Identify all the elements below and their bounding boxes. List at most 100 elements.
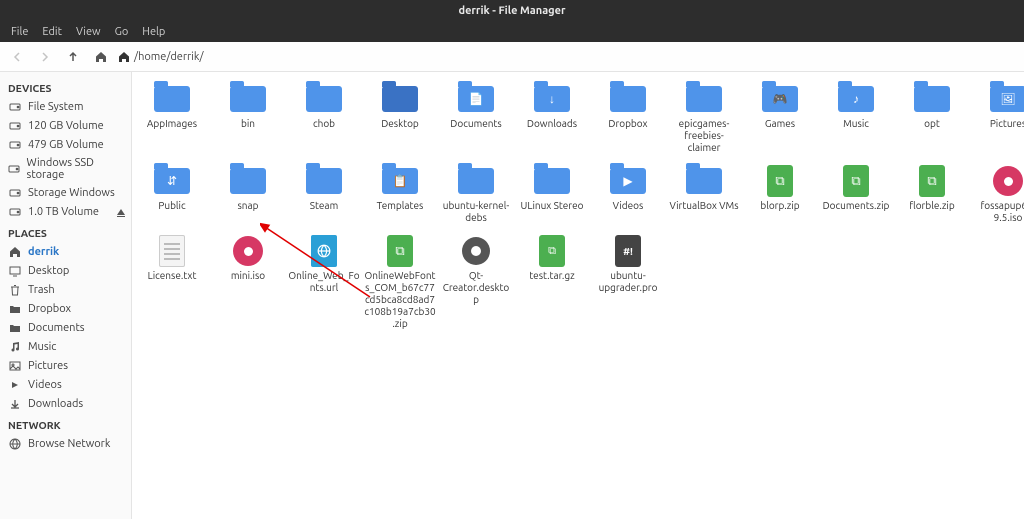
sidebar-item-places-3[interactable]: Dropbox [0, 299, 131, 318]
folder-icon [8, 321, 22, 335]
folder-dark-icon [380, 82, 420, 116]
file-item-15[interactable]: 📋Templates [364, 164, 436, 224]
file-item-label: fossapup64-9.5.iso [972, 200, 1024, 224]
sidebar-item-devices-1[interactable]: 120 GB Volume [0, 116, 131, 135]
menu-view[interactable]: View [69, 24, 108, 40]
folder-icon: 🖼 [988, 82, 1024, 116]
file-item-20[interactable]: ⧉ blorp.zip [744, 164, 816, 224]
file-item-label: Steam [310, 200, 338, 212]
file-item-label: ubuntu-kernel-debs [440, 200, 512, 224]
file-item-24[interactable]: License.txt [136, 234, 208, 330]
file-item-25[interactable]: mini.iso [212, 234, 284, 330]
file-item-4[interactable]: 📄Documents [440, 82, 512, 154]
sidebar-item-devices-0[interactable]: File System [0, 97, 131, 116]
file-view: AppImages bin chob Desktop 📄Documents↓Downlo… [132, 72, 1024, 519]
file-item-13[interactable]: snap [212, 164, 284, 224]
file-item-1[interactable]: bin [212, 82, 284, 154]
menu-edit[interactable]: Edit [35, 24, 69, 40]
downloads-icon [8, 397, 22, 411]
file-item-16[interactable]: ubuntu-kernel-debs [440, 164, 512, 224]
menu-go[interactable]: Go [108, 24, 136, 40]
back-button[interactable] [6, 46, 28, 68]
menu-help[interactable]: Help [135, 24, 172, 40]
file-item-label: mini.iso [231, 270, 265, 282]
sidebar-item-label: derrik [28, 246, 59, 258]
folder-icon [304, 164, 344, 198]
file-item-label: Documents.zip [823, 200, 890, 212]
file-item-label: bin [241, 118, 255, 130]
folder-icon [608, 82, 648, 116]
sidebar-item-places-1[interactable]: Desktop [0, 261, 131, 280]
sidebar-item-places-2[interactable]: Trash [0, 280, 131, 299]
path-bar[interactable]: /home/derrik/ [118, 51, 204, 63]
file-item-label: Qt-Creator.desktop [440, 270, 512, 306]
file-item-9[interactable]: ♪Music [820, 82, 892, 154]
file-item-label: AppImages [147, 118, 197, 130]
sidebar-item-places-8[interactable]: Downloads [0, 394, 131, 413]
file-item-label: Online_Web_Fonts.url [288, 270, 360, 294]
sidebar-item-network-0[interactable]: Browse Network [0, 434, 131, 453]
file-item-23[interactable]: fossapup64-9.5.iso [972, 164, 1024, 224]
forward-button[interactable] [34, 46, 56, 68]
file-item-14[interactable]: Steam [288, 164, 360, 224]
file-item-22[interactable]: ⧉florble.zip [896, 164, 968, 224]
folder-icon [684, 82, 724, 116]
folder-icon: ↓ [532, 82, 572, 116]
file-item-21[interactable]: ⧉ Documents.zip [820, 164, 892, 224]
sidebar-item-label: Trash [28, 284, 55, 296]
sidebar-item-devices-5[interactable]: 1.0 TB Volume [0, 202, 131, 221]
file-item-label: blorp.zip [760, 200, 799, 212]
sidebar-item-label: 120 GB Volume [28, 120, 104, 132]
file-item-label: Public [158, 200, 185, 212]
network-icon [8, 437, 22, 451]
file-item-8[interactable]: 🎮Games [744, 82, 816, 154]
path-text: /home/derrik/ [134, 51, 204, 63]
file-item-label: Music [843, 118, 869, 130]
sidebar-item-places-0[interactable]: derrik [0, 242, 131, 261]
file-item-label: Games [765, 118, 795, 130]
up-button[interactable] [62, 46, 84, 68]
file-item-label: test.tar.gz [529, 270, 574, 282]
file-item-18[interactable]: ▶Videos [592, 164, 664, 224]
sidebar-item-places-6[interactable]: Pictures [0, 356, 131, 375]
sidebar-item-label: Storage Windows [28, 187, 115, 199]
file-item-17[interactable]: ULinux Stereo [516, 164, 588, 224]
file-item-2[interactable]: chob [288, 82, 360, 154]
devices-heading: DEVICES [0, 76, 131, 97]
pictures-icon [8, 359, 22, 373]
file-item-6[interactable]: Dropbox [592, 82, 664, 154]
file-item-5[interactable]: ↓Downloads [516, 82, 588, 154]
zip-icon: ⧉ [760, 164, 800, 198]
sidebar-item-places-5[interactable]: Music [0, 337, 131, 356]
folder-icon [152, 82, 192, 116]
file-item-label: Desktop [381, 118, 419, 130]
file-item-7[interactable]: epicgames-freebies-claimer [668, 82, 740, 154]
file-item-0[interactable]: AppImages [136, 82, 208, 154]
file-item-19[interactable]: VirtualBox VMs [668, 164, 740, 224]
sidebar-item-devices-2[interactable]: 479 GB Volume [0, 135, 131, 154]
file-item-label: Documents [450, 118, 501, 130]
sidebar-item-places-7[interactable]: Videos [0, 375, 131, 394]
sidebar-item-places-4[interactable]: Documents [0, 318, 131, 337]
folder-icon [912, 82, 952, 116]
sidebar-item-label: Desktop [28, 265, 69, 277]
file-item-3[interactable]: Desktop [364, 82, 436, 154]
zip-icon: ⧉ [836, 164, 876, 198]
file-item-30[interactable]: #!ubuntu-upgrader.pro [592, 234, 664, 330]
file-item-10[interactable]: opt [896, 82, 968, 154]
drive-icon [8, 205, 22, 219]
sidebar-item-label: Downloads [28, 398, 83, 410]
file-item-12[interactable]: ⇵Public [136, 164, 208, 224]
folder-icon [228, 164, 268, 198]
home-button[interactable] [90, 46, 112, 68]
file-item-29[interactable]: ⧉test.tar.gz [516, 234, 588, 330]
sidebar-item-devices-3[interactable]: Windows SSD storage [0, 154, 131, 183]
file-item-28[interactable]: Qt-Creator.desktop [440, 234, 512, 330]
file-item-27[interactable]: ⧉OnlineWebFonts_COM_b67c77cd5bca8cd8ad7c… [364, 234, 436, 330]
sidebar-item-devices-4[interactable]: Storage Windows [0, 183, 131, 202]
menu-file[interactable]: File [4, 24, 35, 40]
eject-icon[interactable] [117, 209, 125, 215]
file-item-11[interactable]: 🖼Pictures [972, 82, 1024, 154]
file-item-label: OnlineWebFonts_COM_b67c77cd5bca8cd8ad7c1… [364, 270, 436, 330]
file-item-26[interactable]: Online_Web_Fonts.url [288, 234, 360, 330]
